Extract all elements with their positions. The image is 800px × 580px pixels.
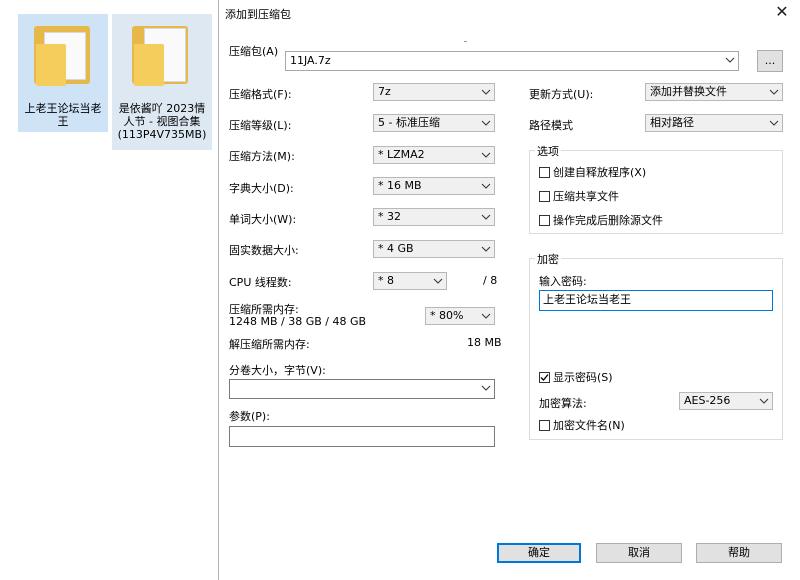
update-mode-select[interactable]: 添加并替换文件 [645, 83, 783, 101]
dict-select[interactable]: * 16 MB [373, 177, 495, 195]
word-label: 单词大小(W): [229, 213, 297, 226]
path-mode-select[interactable]: 相对路径 [645, 114, 783, 132]
params-label: 参数(P): [229, 410, 270, 423]
chevron-down-icon [769, 115, 779, 131]
chevron-down-icon [481, 380, 491, 396]
chevron-down-icon [481, 147, 491, 163]
mem-comp-detail: 1248 MB / 38 GB / 48 GB [229, 315, 367, 328]
chevron-down-icon [725, 52, 735, 68]
params-input[interactable] [229, 426, 495, 447]
checkbox-icon [539, 167, 550, 178]
divider [464, 41, 467, 42]
enc-method-select[interactable]: AES-256 [679, 392, 773, 410]
level-select[interactable]: 5 - 标准压缩 [373, 114, 495, 132]
desktop-icon-label: 上老王论坛当老 王 [24, 102, 102, 128]
chevron-down-icon [759, 393, 769, 409]
update-label: 更新方式(U): [529, 88, 594, 101]
enc-method-label: 加密算法: [539, 397, 587, 410]
checkbox-icon [539, 191, 550, 202]
mem-decomp-label: 解压缩所需内存: [229, 338, 310, 351]
show-password-checkbox[interactable]: 显示密码(S) [539, 371, 613, 384]
method-label: 压缩方法(M): [229, 150, 295, 163]
archive-label: 压缩包(A) [229, 45, 279, 58]
split-volume-combo[interactable] [229, 379, 495, 399]
chevron-down-icon [481, 178, 491, 194]
chevron-down-icon [769, 84, 779, 100]
mem-usage-select[interactable]: * 80% [425, 307, 495, 325]
desktop-icon-label: 是依酱吖 2023情 人节 - 视图合集 (113P4V735MB) [117, 102, 207, 141]
solid-select[interactable]: * 4 GB [373, 240, 495, 258]
folder-icon [132, 22, 190, 86]
cpu-select[interactable]: * 8 [373, 272, 447, 290]
checkbox-icon [539, 420, 550, 431]
browse-button[interactable]: ... [757, 50, 783, 72]
checkbox-icon [539, 215, 550, 226]
encryption-group-title: 加密 [535, 251, 561, 267]
chevron-down-icon [481, 84, 491, 100]
split-label: 分卷大小，字节(V): [229, 364, 326, 377]
help-button[interactable]: 帮助 [696, 543, 782, 563]
chevron-down-icon [481, 209, 491, 225]
format-label: 压缩格式(F): [229, 88, 292, 101]
checkmark-icon [539, 372, 550, 383]
cpu-total: / 8 [483, 274, 498, 287]
dict-label: 字典大小(D): [229, 182, 294, 195]
mem-decomp-value: 18 MB [467, 336, 502, 349]
sfx-checkbox[interactable]: 创建自释放程序(X) [539, 166, 646, 179]
path-mode-label: 路径模式 [529, 119, 573, 132]
encrypt-names-checkbox[interactable]: 加密文件名(N) [539, 419, 625, 432]
close-icon[interactable]: ✕ [771, 2, 793, 22]
word-select[interactable]: * 32 [373, 208, 495, 226]
password-label: 输入密码: [539, 275, 587, 288]
chevron-down-icon [481, 115, 491, 131]
desktop-folder-icon-1[interactable]: 上老王论坛当老 王 [18, 14, 108, 132]
format-select[interactable]: 7z [373, 83, 495, 101]
chevron-down-icon [433, 273, 443, 289]
chevron-down-icon [481, 241, 491, 257]
archive-path-combo[interactable]: 11JA.7z [285, 51, 739, 71]
ok-button[interactable]: 确定 [497, 543, 581, 563]
dialog-title: 添加到压缩包 [225, 8, 291, 21]
options-group-title: 选项 [535, 143, 561, 159]
solid-label: 固实数据大小: [229, 244, 299, 257]
add-to-archive-dialog: 添加到压缩包 ✕ 压缩包(A) 11JA.7z ... 压缩格式(F): 7z … [218, 0, 800, 580]
folder-icon [34, 22, 92, 86]
password-input[interactable]: 上老王论坛当老王 [539, 290, 773, 311]
shared-files-checkbox[interactable]: 压缩共享文件 [539, 190, 619, 203]
desktop-folder-icon-2[interactable]: 是依酱吖 2023情 人节 - 视图合集 (113P4V735MB) [112, 14, 212, 150]
delete-after-checkbox[interactable]: 操作完成后删除源文件 [539, 214, 663, 227]
level-label: 压缩等级(L): [229, 119, 292, 132]
cancel-button[interactable]: 取消 [596, 543, 682, 563]
cpu-label: CPU 线程数: [229, 276, 292, 289]
chevron-down-icon [481, 308, 491, 324]
method-select[interactable]: * LZMA2 [373, 146, 495, 164]
